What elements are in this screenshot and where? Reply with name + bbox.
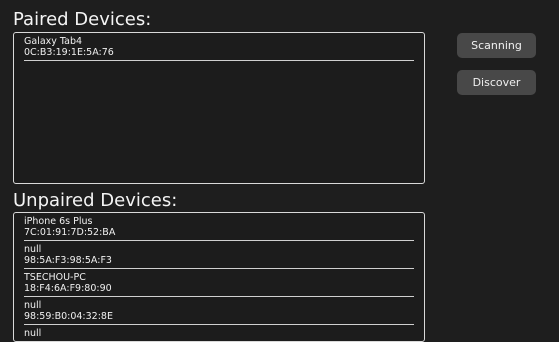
unpaired-device-item[interactable]: null 98:59:B0:04:32:8E xyxy=(24,299,414,325)
unpaired-devices-list[interactable]: iPhone 6s Plus 7C:01:91:7D:52:BA null 98… xyxy=(13,212,425,342)
unpaired-device-item[interactable]: null 98:5A:F3:98:5A:F3 xyxy=(24,243,414,269)
device-name: iPhone 6s Plus xyxy=(24,216,93,227)
paired-device-item[interactable]: Galaxy Tab4 0C:B3:19:1E:5A:76 xyxy=(24,35,414,61)
discover-button[interactable]: Discover xyxy=(457,70,536,95)
device-name: TSECHOU-PC xyxy=(24,272,86,283)
device-name: Galaxy Tab4 xyxy=(24,36,83,47)
device-name: null xyxy=(24,300,42,311)
device-address: 18:F4:6A:F9:80:90 xyxy=(24,283,112,294)
device-address: 98:5A:F3:98:5A:F3 xyxy=(24,255,112,266)
device-address: 0C:B3:19:1E:5A:76 xyxy=(24,47,114,58)
unpaired-device-item[interactable]: iPhone 6s Plus 7C:01:91:7D:52:BA xyxy=(24,215,414,241)
unpaired-devices-title: Unpaired Devices: xyxy=(13,190,178,211)
device-name: null xyxy=(24,244,42,255)
unpaired-device-item[interactable]: null xyxy=(24,327,414,341)
paired-devices-list[interactable]: Galaxy Tab4 0C:B3:19:1E:5A:76 xyxy=(13,32,425,184)
scanning-button[interactable]: Scanning xyxy=(457,33,536,58)
unpaired-device-item[interactable]: TSECHOU-PC 18:F4:6A:F9:80:90 xyxy=(24,271,414,297)
device-address: 98:59:B0:04:32:8E xyxy=(24,311,113,322)
device-address: 7C:01:91:7D:52:BA xyxy=(24,227,116,238)
paired-devices-title: Paired Devices: xyxy=(13,9,152,30)
